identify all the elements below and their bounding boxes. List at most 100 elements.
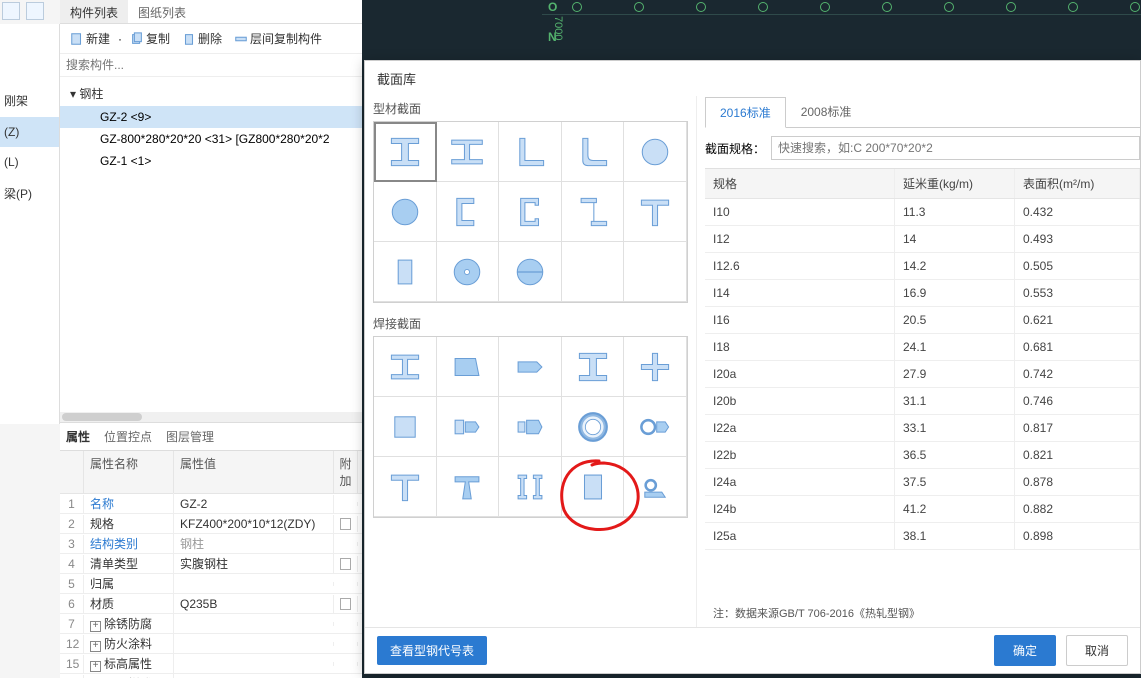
tree-item[interactable]: GZ-1 <1>	[60, 150, 362, 172]
tab-standard-2016[interactable]: 2016标准	[705, 97, 786, 128]
tab-position[interactable]: 位置控点	[104, 428, 152, 445]
copy-button[interactable]: 复制	[126, 28, 174, 49]
tab-component-list[interactable]: 构件列表	[60, 0, 128, 23]
delete-icon	[182, 32, 196, 46]
new-button[interactable]: 新建	[66, 28, 114, 49]
layer-copy-button[interactable]: 层间复制构件	[230, 28, 326, 49]
prop-header-val: 属性值	[174, 451, 334, 493]
shape-ring-taper[interactable]	[624, 397, 687, 457]
section-library-dialog: 截面库 型材截面 焊接截面	[364, 60, 1141, 674]
spec-row[interactable]: I22b36.50.821	[705, 442, 1140, 469]
copy-icon	[130, 32, 144, 46]
spec-label: 截面规格：	[705, 140, 765, 157]
checkbox[interactable]	[340, 598, 351, 610]
shape-welded-h[interactable]	[562, 337, 625, 397]
tab-standard-2008[interactable]: 2008标准	[786, 96, 867, 127]
layer-copy-icon	[234, 32, 248, 46]
property-row[interactable]: 12+防火涂料	[60, 634, 362, 654]
component-panel: 构件列表 图纸列表 新建· 复制 删除 层间复制构件 ▾ 钢柱 GZ-2 <9>…	[60, 0, 362, 678]
component-tree[interactable]: ▾ 钢柱 GZ-2 <9> GZ-800*280*20*20 <31> [GZ8…	[60, 77, 362, 412]
ok-button[interactable]: 确定	[994, 635, 1056, 666]
shape-cone-side[interactable]	[499, 337, 562, 397]
spec-row[interactable]: I20b31.10.746	[705, 388, 1140, 415]
spec-row[interactable]: I1824.10.681	[705, 334, 1140, 361]
spec-col-area: 表面积(m²/m)	[1015, 169, 1140, 198]
shape-box[interactable]	[374, 397, 437, 457]
view-code-table-button[interactable]: 查看型钢代号表	[377, 636, 487, 665]
shape-empty	[562, 242, 625, 302]
shape-solid-round[interactable]	[374, 182, 437, 242]
shape-angle-round[interactable]	[562, 122, 625, 182]
tab-drawing-list[interactable]: 图纸列表	[128, 0, 196, 23]
shape-pipe[interactable]	[624, 122, 687, 182]
component-search-input[interactable]	[60, 54, 362, 77]
dialog-title: 截面库	[365, 61, 1140, 96]
shape-tee[interactable]	[624, 182, 687, 242]
property-row[interactable]: 7+除锈防腐	[60, 614, 362, 634]
app-icon-1[interactable]	[2, 2, 20, 20]
shape-hemisphere[interactable]	[499, 242, 562, 302]
spec-row[interactable]: I1011.30.432	[705, 199, 1140, 226]
spec-col-spec: 规格	[705, 169, 895, 198]
delete-button[interactable]: 删除	[178, 28, 226, 49]
left-nav-l[interactable]: (L)	[0, 147, 59, 177]
tree-hscrollbar[interactable]	[60, 412, 362, 422]
property-row[interactable]: 3结构类别钢柱	[60, 534, 362, 554]
cancel-button[interactable]: 取消	[1066, 635, 1128, 666]
property-row[interactable]: 1名称GZ-2	[60, 494, 362, 514]
shape-small-ring-cone[interactable]	[624, 457, 687, 517]
property-row[interactable]: 4清单类型实腹钢柱	[60, 554, 362, 574]
shape-double-i[interactable]	[499, 457, 562, 517]
cad-tick	[1068, 2, 1078, 12]
cad-tick	[944, 2, 954, 12]
checkbox[interactable]	[340, 558, 351, 570]
spec-row[interactable]: I25a38.10.898	[705, 523, 1140, 550]
property-row[interactable]: 6材质Q235B	[60, 594, 362, 614]
app-icon-2[interactable]	[26, 2, 44, 20]
shape-rect-tube[interactable]	[374, 242, 437, 302]
property-row[interactable]: 18+显示样式	[60, 674, 362, 678]
property-row[interactable]: 15+标高属性	[60, 654, 362, 674]
property-row[interactable]: 5归属	[60, 574, 362, 594]
spec-row[interactable]: I12.614.20.505	[705, 253, 1140, 280]
shape-z[interactable]	[562, 182, 625, 242]
shape-angle[interactable]	[499, 122, 562, 182]
tree-item[interactable]: GZ-2 <9>	[60, 106, 362, 128]
shape-open-box[interactable]	[562, 457, 625, 517]
shape-welded-tee[interactable]	[374, 457, 437, 517]
shape-i-beam[interactable]	[374, 122, 437, 182]
shape-channel-left[interactable]	[437, 182, 500, 242]
shape-h-wide[interactable]	[437, 122, 500, 182]
cad-y-value: 7000	[552, 16, 564, 40]
spec-search-input[interactable]	[771, 136, 1140, 160]
spec-row[interactable]: I24a37.50.878	[705, 469, 1140, 496]
shape-welded-i[interactable]	[374, 337, 437, 397]
property-row[interactable]: 2规格KFZ400*200*10*12(ZDY)	[60, 514, 362, 534]
shape-cross[interactable]	[624, 337, 687, 397]
spec-row[interactable]: I1620.50.621	[705, 307, 1140, 334]
left-nav-beam[interactable]: 梁(P)	[0, 177, 59, 210]
shape-box-taper-left[interactable]	[437, 397, 500, 457]
tree-item[interactable]: GZ-800*280*20*20 <31> [GZ800*280*20*2	[60, 128, 362, 150]
shape-ring[interactable]	[562, 397, 625, 457]
shape-disk-hole[interactable]	[437, 242, 500, 302]
spec-row[interactable]: I1416.90.553	[705, 280, 1140, 307]
checkbox[interactable]	[340, 518, 351, 530]
spec-row[interactable]: I12140.493	[705, 226, 1140, 253]
shape-trapezoid[interactable]	[437, 337, 500, 397]
welded-section-grid	[373, 336, 688, 518]
spec-row[interactable]: I22a33.10.817	[705, 415, 1140, 442]
shape-box-taper-right[interactable]	[499, 397, 562, 457]
tree-root-steel-column[interactable]: ▾ 钢柱	[60, 81, 362, 106]
component-toolbar: 新建· 复制 删除 层间复制构件	[60, 24, 362, 54]
cad-tick	[1130, 2, 1140, 12]
left-nav-z[interactable]: (Z)	[0, 117, 59, 147]
tab-properties[interactable]: 属性	[66, 428, 90, 445]
left-nav-frame[interactable]: 刚架	[0, 84, 59, 117]
spec-row[interactable]: I20a27.90.742	[705, 361, 1140, 388]
tab-layer-manage[interactable]: 图层管理	[166, 428, 214, 445]
spec-row[interactable]: I24b41.20.882	[705, 496, 1140, 523]
shape-tee-taper[interactable]	[437, 457, 500, 517]
shape-channel-c[interactable]	[499, 182, 562, 242]
spec-table: 规格 延米重(kg/m) 表面积(m²/m) I1011.30.432I1214…	[705, 168, 1140, 599]
